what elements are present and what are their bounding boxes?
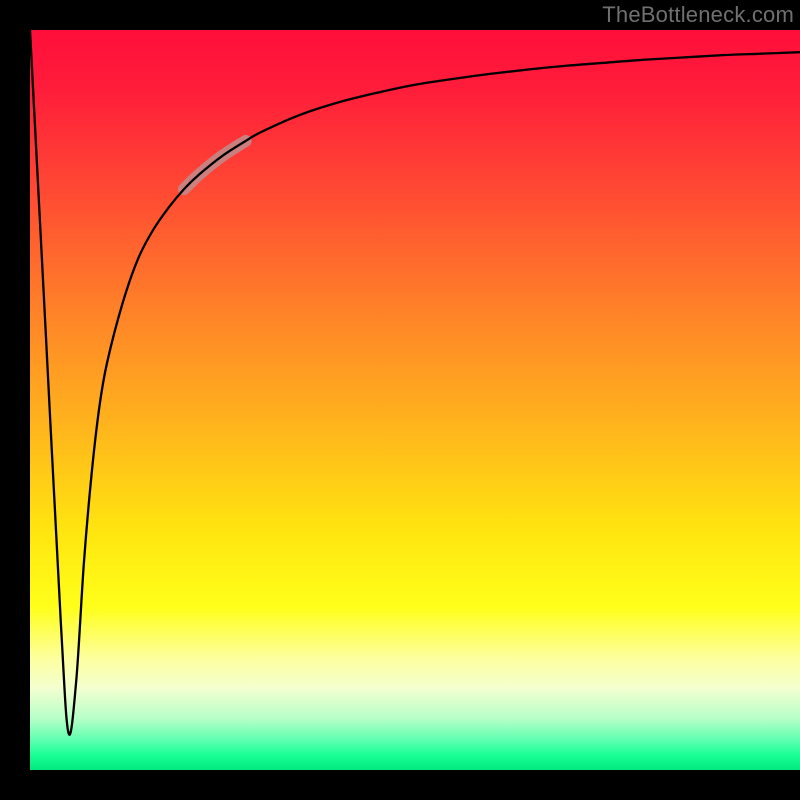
curve-layer	[30, 30, 800, 770]
bottleneck-curve	[30, 30, 800, 735]
watermark-text: TheBottleneck.com	[602, 2, 794, 28]
plot-area	[30, 30, 800, 770]
chart-stage: TheBottleneck.com	[0, 0, 800, 800]
curve-highlight	[184, 141, 246, 189]
